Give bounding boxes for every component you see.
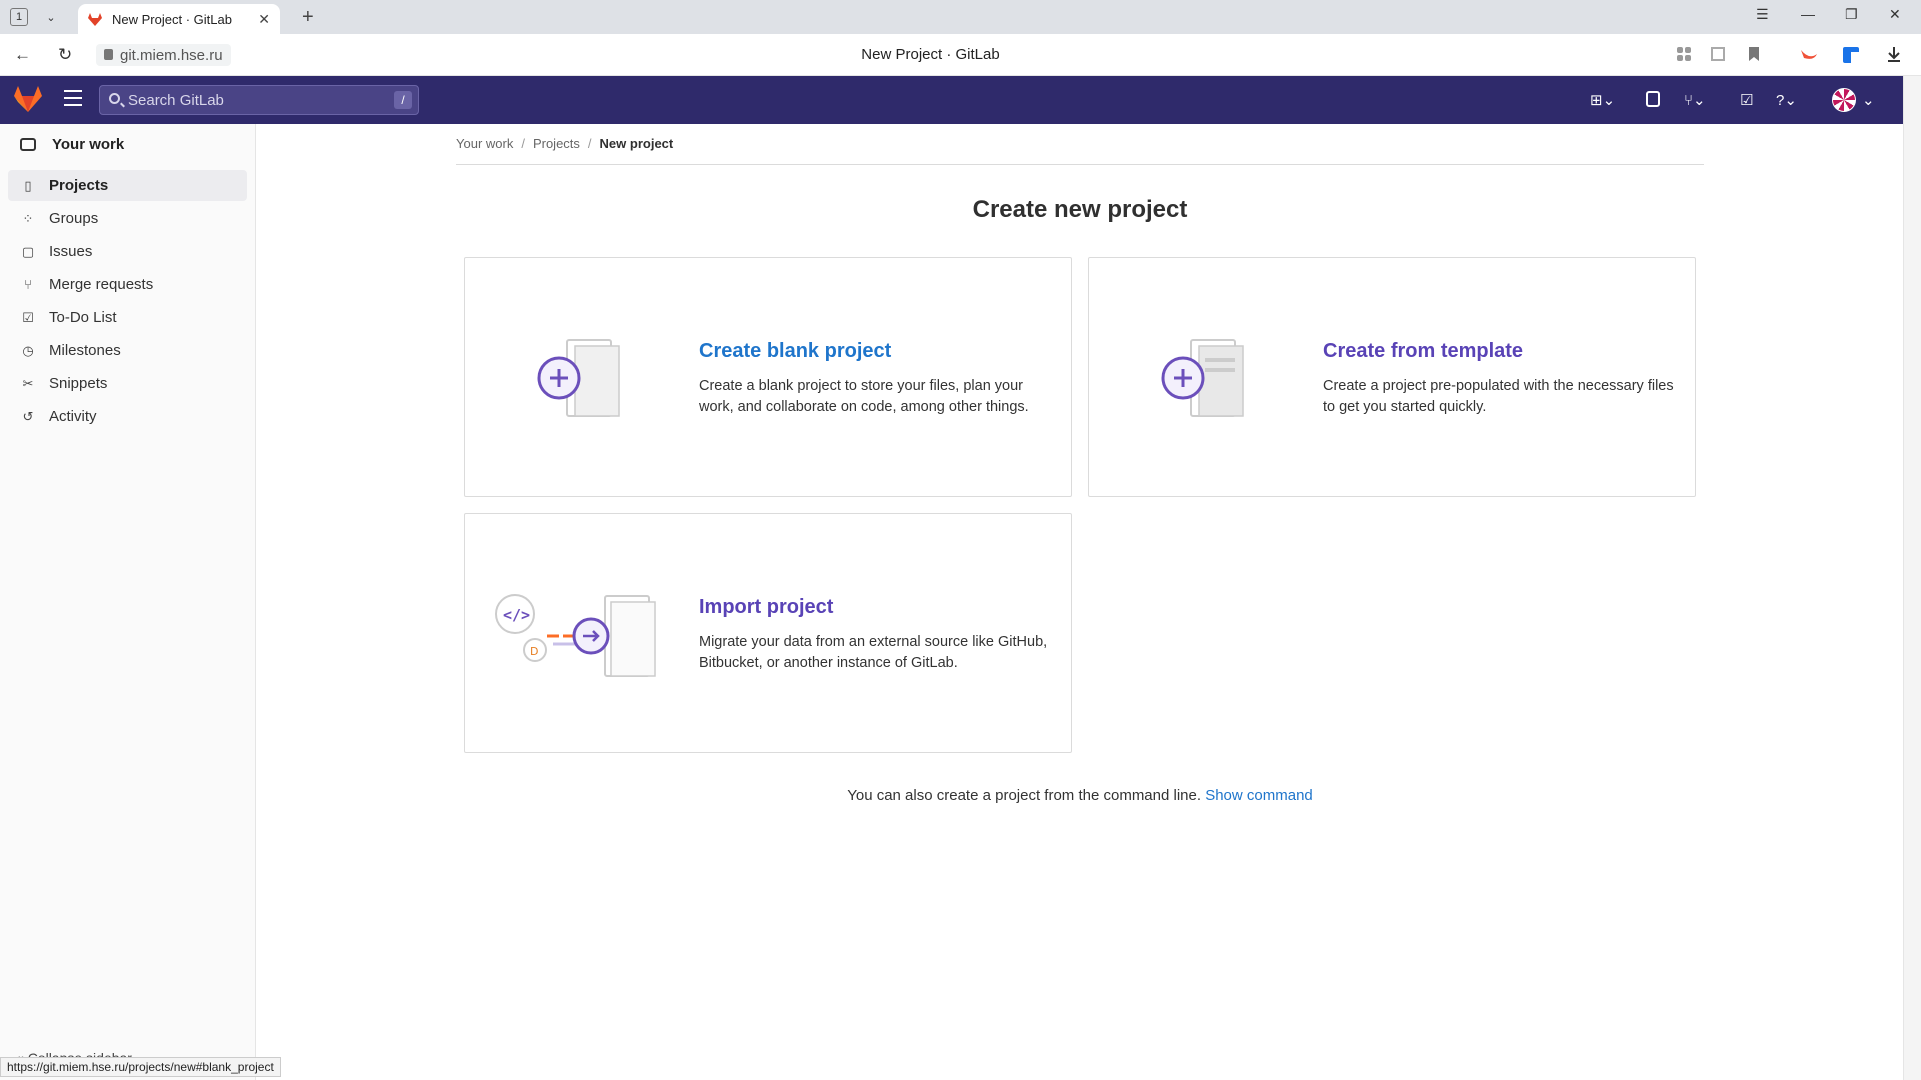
sidebar-item-label: Activity bbox=[49, 408, 97, 425]
browser-menu-icon[interactable]: ☰ bbox=[1756, 6, 1769, 23]
gitlab-top-nav: Search GitLab / ⊞⌄ ⑂⌄ ☑ ?⌄ ⌄ bbox=[0, 76, 1903, 124]
close-window-icon[interactable]: ✕ bbox=[1889, 6, 1901, 23]
breadcrumb-your-work[interactable]: Your work bbox=[456, 136, 513, 151]
reader-icon[interactable] bbox=[1710, 46, 1726, 62]
page-title: New Project · GitLab bbox=[861, 46, 1000, 63]
breadcrumb-new-project[interactable]: New project bbox=[600, 136, 674, 151]
todo-icon: ☑ bbox=[22, 309, 34, 325]
briefcase-icon bbox=[20, 138, 36, 151]
minimize-icon[interactable]: — bbox=[1801, 6, 1815, 22]
search-icon bbox=[109, 93, 120, 104]
menu-hamburger-icon[interactable] bbox=[64, 90, 82, 111]
sidebar-header-label: Your work bbox=[52, 136, 125, 153]
svg-text:D: D bbox=[530, 645, 538, 658]
blank-project-illustration-icon bbox=[535, 338, 625, 425]
create-blank-project-title[interactable]: Create blank project bbox=[699, 340, 891, 363]
avatar-chevron-icon[interactable]: ⌄ bbox=[1862, 91, 1875, 109]
page-heading: Create new project bbox=[972, 196, 1188, 223]
breadcrumb-projects[interactable]: Projects bbox=[533, 136, 580, 151]
issues-icon: ▢ bbox=[21, 243, 35, 259]
import-project-description: Migrate your data from an external sourc… bbox=[699, 634, 1048, 671]
create-from-template-description: Create a project pre-populated with the … bbox=[1323, 378, 1674, 415]
merge-requests-nav-icon[interactable]: ⑂⌄ bbox=[1684, 91, 1706, 109]
breadcrumb: Your work / Projects / New project bbox=[456, 136, 673, 151]
show-command-link[interactable]: Show command bbox=[1205, 787, 1313, 804]
sidebar-item-merge-requests[interactable]: ⑂ Merge requests bbox=[8, 269, 247, 300]
sidebar-item-todo-list[interactable]: ☑ To-Do List bbox=[8, 302, 247, 333]
svg-text:</>: </> bbox=[503, 606, 530, 624]
translate-extension-icon[interactable] bbox=[1842, 46, 1860, 63]
sidebar-item-issues[interactable]: ▢ Issues bbox=[8, 236, 247, 267]
sidebar-item-label: To-Do List bbox=[49, 309, 117, 326]
gitlab-logo-icon[interactable] bbox=[14, 86, 42, 117]
browser-tab[interactable]: New Project · GitLab ✕ bbox=[78, 4, 280, 34]
breadcrumb-divider bbox=[456, 164, 1704, 165]
tab-list-chevron-icon[interactable]: ⌄ bbox=[42, 8, 60, 26]
todo-nav-icon[interactable]: ☑ bbox=[1740, 91, 1753, 109]
merge-request-icon: ⑂ bbox=[24, 277, 32, 292]
tab-title: New Project · GitLab bbox=[112, 11, 232, 27]
bookmark-icon[interactable] bbox=[1746, 46, 1762, 62]
template-illustration-icon bbox=[1159, 338, 1249, 425]
import-project-title[interactable]: Import project bbox=[699, 596, 833, 619]
user-avatar[interactable] bbox=[1832, 88, 1856, 112]
sidebar-item-groups[interactable]: ⁘ Groups bbox=[8, 203, 247, 234]
extensions-icon[interactable] bbox=[1676, 46, 1692, 62]
sidebar-item-snippets[interactable]: ✂ Snippets bbox=[8, 368, 247, 399]
help-icon[interactable]: ?⌄ bbox=[1776, 91, 1797, 109]
search-shortcut-key: / bbox=[394, 91, 412, 109]
search-input[interactable]: Search GitLab / bbox=[99, 85, 419, 115]
sidebar-header[interactable]: Your work bbox=[20, 136, 124, 153]
project-icon: ▯ bbox=[24, 177, 32, 193]
create-new-icon[interactable]: ⊞⌄ bbox=[1590, 91, 1615, 109]
create-from-template-title[interactable]: Create from template bbox=[1323, 340, 1523, 363]
sidebar: Your work ▯ Projects ⁘ Groups ▢ Issues ⑂… bbox=[0, 124, 256, 1080]
snippet-icon: ✂ bbox=[22, 375, 34, 391]
create-blank-project-description: Create a blank project to store your fil… bbox=[699, 378, 1029, 415]
breadcrumb-separator: / bbox=[587, 136, 592, 151]
import-illustration-icon: </> D bbox=[495, 592, 665, 689]
sidebar-item-activity[interactable]: ↺ Activity bbox=[8, 401, 247, 432]
sidebar-item-label: Merge requests bbox=[49, 276, 154, 293]
sidebar-item-label: Milestones bbox=[49, 342, 121, 359]
import-project-card[interactable]: </> D Import project Migrate your data f… bbox=[464, 513, 1072, 753]
restore-icon[interactable]: ❐ bbox=[1845, 6, 1858, 23]
tab-count-badge[interactable]: 1 bbox=[10, 8, 28, 26]
address-bar: ← ↻ git.miem.hse.ru New Project · GitLab bbox=[0, 34, 1921, 76]
sidebar-item-milestones[interactable]: ◷ Milestones bbox=[8, 335, 247, 366]
swift-extension-icon[interactable] bbox=[1800, 46, 1817, 62]
sidebar-item-label: Groups bbox=[49, 210, 99, 227]
gitlab-favicon-icon bbox=[88, 12, 102, 26]
history-icon: ↺ bbox=[22, 408, 34, 424]
status-url-tooltip: https://git.miem.hse.ru/projects/new#bla… bbox=[0, 1057, 281, 1077]
new-tab-icon[interactable]: + bbox=[302, 6, 314, 29]
create-from-template-card[interactable]: Create from template Create a project pr… bbox=[1088, 257, 1696, 497]
page-scrollbar[interactable] bbox=[1903, 76, 1921, 1080]
sidebar-item-label: Projects bbox=[49, 177, 109, 194]
sidebar-item-label: Snippets bbox=[49, 375, 108, 392]
milestone-icon: ◷ bbox=[22, 342, 34, 358]
breadcrumb-separator: / bbox=[521, 136, 525, 151]
download-icon[interactable] bbox=[1886, 46, 1902, 62]
command-line-hint: You can also create a project from the c… bbox=[456, 787, 1704, 804]
search-placeholder: Search GitLab bbox=[128, 91, 224, 109]
command-line-text: You can also create a project from the c… bbox=[847, 787, 1202, 804]
group-icon: ⁘ bbox=[22, 210, 34, 226]
issues-nav-icon[interactable] bbox=[1646, 91, 1660, 111]
browser-tab-bar: 1 ⌄ New Project · GitLab ✕ + ☰ — ❐ ✕ bbox=[0, 0, 1921, 34]
tab-close-icon[interactable]: ✕ bbox=[258, 11, 270, 28]
sidebar-item-projects[interactable]: ▯ Projects bbox=[8, 170, 247, 201]
sidebar-item-label: Issues bbox=[49, 243, 93, 260]
create-blank-project-card[interactable]: Create blank project Create a blank proj… bbox=[464, 257, 1072, 497]
